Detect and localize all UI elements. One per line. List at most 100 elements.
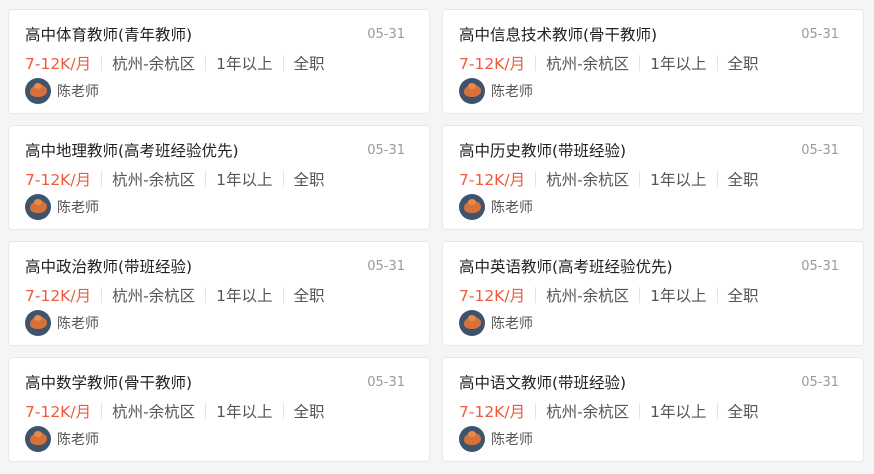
job-date: 05-31 <box>801 27 839 42</box>
job-type: 全职 <box>727 403 759 421</box>
job-meta: 7-12K/月 杭州-余杭区 1年以上 全职 <box>25 285 325 305</box>
job-salary: 7-12K/月 <box>459 403 526 421</box>
job-location: 杭州-余杭区 <box>112 171 196 189</box>
job-meta: 7-12K/月 杭州-余杭区 1年以上 全职 <box>25 401 325 421</box>
recruiter-name: 陈老师 <box>491 316 533 332</box>
recruiter[interactable]: 陈老师 <box>459 78 533 104</box>
job-type: 全职 <box>727 171 759 189</box>
job-card[interactable]: 高中数学教师(骨干教师) 05-31 7-12K/月 杭州-余杭区 1年以上 全… <box>8 357 430 462</box>
job-date: 05-31 <box>367 143 405 158</box>
job-card[interactable]: 高中语文教师(带班经验) 05-31 7-12K/月 杭州-余杭区 1年以上 全… <box>442 357 864 462</box>
recruiter[interactable]: 陈老师 <box>25 310 99 336</box>
recruiter-avatar-icon <box>25 426 51 452</box>
job-card[interactable]: 高中英语教师(高考班经验优先) 05-31 7-12K/月 杭州-余杭区 1年以… <box>442 241 864 346</box>
job-meta: 7-12K/月 杭州-余杭区 1年以上 全职 <box>459 169 759 189</box>
recruiter-avatar-icon <box>459 310 485 336</box>
job-experience: 1年以上 <box>650 403 707 421</box>
job-card[interactable]: 高中地理教师(高考班经验优先) 05-31 7-12K/月 杭州-余杭区 1年以… <box>8 125 430 230</box>
recruiter-avatar-icon <box>459 426 485 452</box>
job-title[interactable]: 高中英语教师(高考班经验优先) <box>459 255 673 277</box>
job-card[interactable]: 高中历史教师(带班经验) 05-31 7-12K/月 杭州-余杭区 1年以上 全… <box>442 125 864 230</box>
job-salary: 7-12K/月 <box>459 55 526 73</box>
divider <box>639 55 641 71</box>
recruiter-avatar-icon <box>25 78 51 104</box>
job-card[interactable]: 高中信息技术教师(骨干教师) 05-31 7-12K/月 杭州-余杭区 1年以上… <box>442 9 864 114</box>
job-type: 全职 <box>727 55 759 73</box>
job-title[interactable]: 高中数学教师(骨干教师) <box>25 371 192 393</box>
job-type: 全职 <box>293 171 325 189</box>
job-meta: 7-12K/月 杭州-余杭区 1年以上 全职 <box>459 401 759 421</box>
job-title[interactable]: 高中信息技术教师(骨干教师) <box>459 23 657 45</box>
divider <box>535 287 537 303</box>
divider <box>716 287 718 303</box>
divider <box>205 55 207 71</box>
divider <box>205 403 207 419</box>
recruiter-name: 陈老师 <box>57 316 99 332</box>
divider <box>101 403 103 419</box>
job-experience: 1年以上 <box>650 287 707 305</box>
job-location: 杭州-余杭区 <box>546 55 630 73</box>
divider <box>535 171 537 187</box>
divider <box>639 403 641 419</box>
divider <box>101 55 103 71</box>
job-type: 全职 <box>293 55 325 73</box>
job-title[interactable]: 高中历史教师(带班经验) <box>459 139 626 161</box>
divider <box>282 55 284 71</box>
job-date: 05-31 <box>801 143 839 158</box>
recruiter[interactable]: 陈老师 <box>459 310 533 336</box>
job-salary: 7-12K/月 <box>459 287 526 305</box>
job-card[interactable]: 高中体育教师(青年教师) 05-31 7-12K/月 杭州-余杭区 1年以上 全… <box>8 9 430 114</box>
divider <box>205 287 207 303</box>
job-title[interactable]: 高中语文教师(带班经验) <box>459 371 626 393</box>
job-type: 全职 <box>727 287 759 305</box>
job-meta: 7-12K/月 杭州-余杭区 1年以上 全职 <box>459 285 759 305</box>
job-date: 05-31 <box>801 375 839 390</box>
recruiter-name: 陈老师 <box>57 84 99 100</box>
divider <box>639 171 641 187</box>
divider <box>282 403 284 419</box>
job-experience: 1年以上 <box>650 55 707 73</box>
divider <box>716 171 718 187</box>
recruiter[interactable]: 陈老师 <box>25 194 99 220</box>
recruiter-name: 陈老师 <box>491 200 533 216</box>
recruiter[interactable]: 陈老师 <box>25 426 99 452</box>
recruiter-avatar-icon <box>459 78 485 104</box>
job-experience: 1年以上 <box>216 55 273 73</box>
job-experience: 1年以上 <box>216 403 273 421</box>
job-salary: 7-12K/月 <box>25 403 92 421</box>
divider <box>716 403 718 419</box>
divider <box>282 287 284 303</box>
job-type: 全职 <box>293 287 325 305</box>
job-title[interactable]: 高中体育教师(青年教师) <box>25 23 192 45</box>
job-title[interactable]: 高中政治教师(带班经验) <box>25 255 192 277</box>
recruiter-avatar-icon <box>459 194 485 220</box>
job-date: 05-31 <box>367 375 405 390</box>
divider <box>101 287 103 303</box>
divider <box>282 171 284 187</box>
divider <box>716 55 718 71</box>
job-date: 05-31 <box>801 259 839 274</box>
divider <box>101 171 103 187</box>
recruiter-name: 陈老师 <box>491 84 533 100</box>
recruiter-name: 陈老师 <box>57 432 99 448</box>
job-experience: 1年以上 <box>216 287 273 305</box>
job-title[interactable]: 高中地理教师(高考班经验优先) <box>25 139 239 161</box>
job-meta: 7-12K/月 杭州-余杭区 1年以上 全职 <box>25 169 325 189</box>
recruiter[interactable]: 陈老师 <box>459 426 533 452</box>
divider <box>639 287 641 303</box>
job-card-grid: 高中体育教师(青年教师) 05-31 7-12K/月 杭州-余杭区 1年以上 全… <box>8 9 864 462</box>
divider <box>535 55 537 71</box>
recruiter[interactable]: 陈老师 <box>25 78 99 104</box>
recruiter[interactable]: 陈老师 <box>459 194 533 220</box>
job-date: 05-31 <box>367 27 405 42</box>
job-salary: 7-12K/月 <box>459 171 526 189</box>
job-type: 全职 <box>293 403 325 421</box>
job-meta: 7-12K/月 杭州-余杭区 1年以上 全职 <box>459 53 759 73</box>
recruiter-avatar-icon <box>25 194 51 220</box>
job-salary: 7-12K/月 <box>25 55 92 73</box>
divider <box>205 171 207 187</box>
job-card[interactable]: 高中政治教师(带班经验) 05-31 7-12K/月 杭州-余杭区 1年以上 全… <box>8 241 430 346</box>
job-salary: 7-12K/月 <box>25 287 92 305</box>
job-date: 05-31 <box>367 259 405 274</box>
job-experience: 1年以上 <box>650 171 707 189</box>
